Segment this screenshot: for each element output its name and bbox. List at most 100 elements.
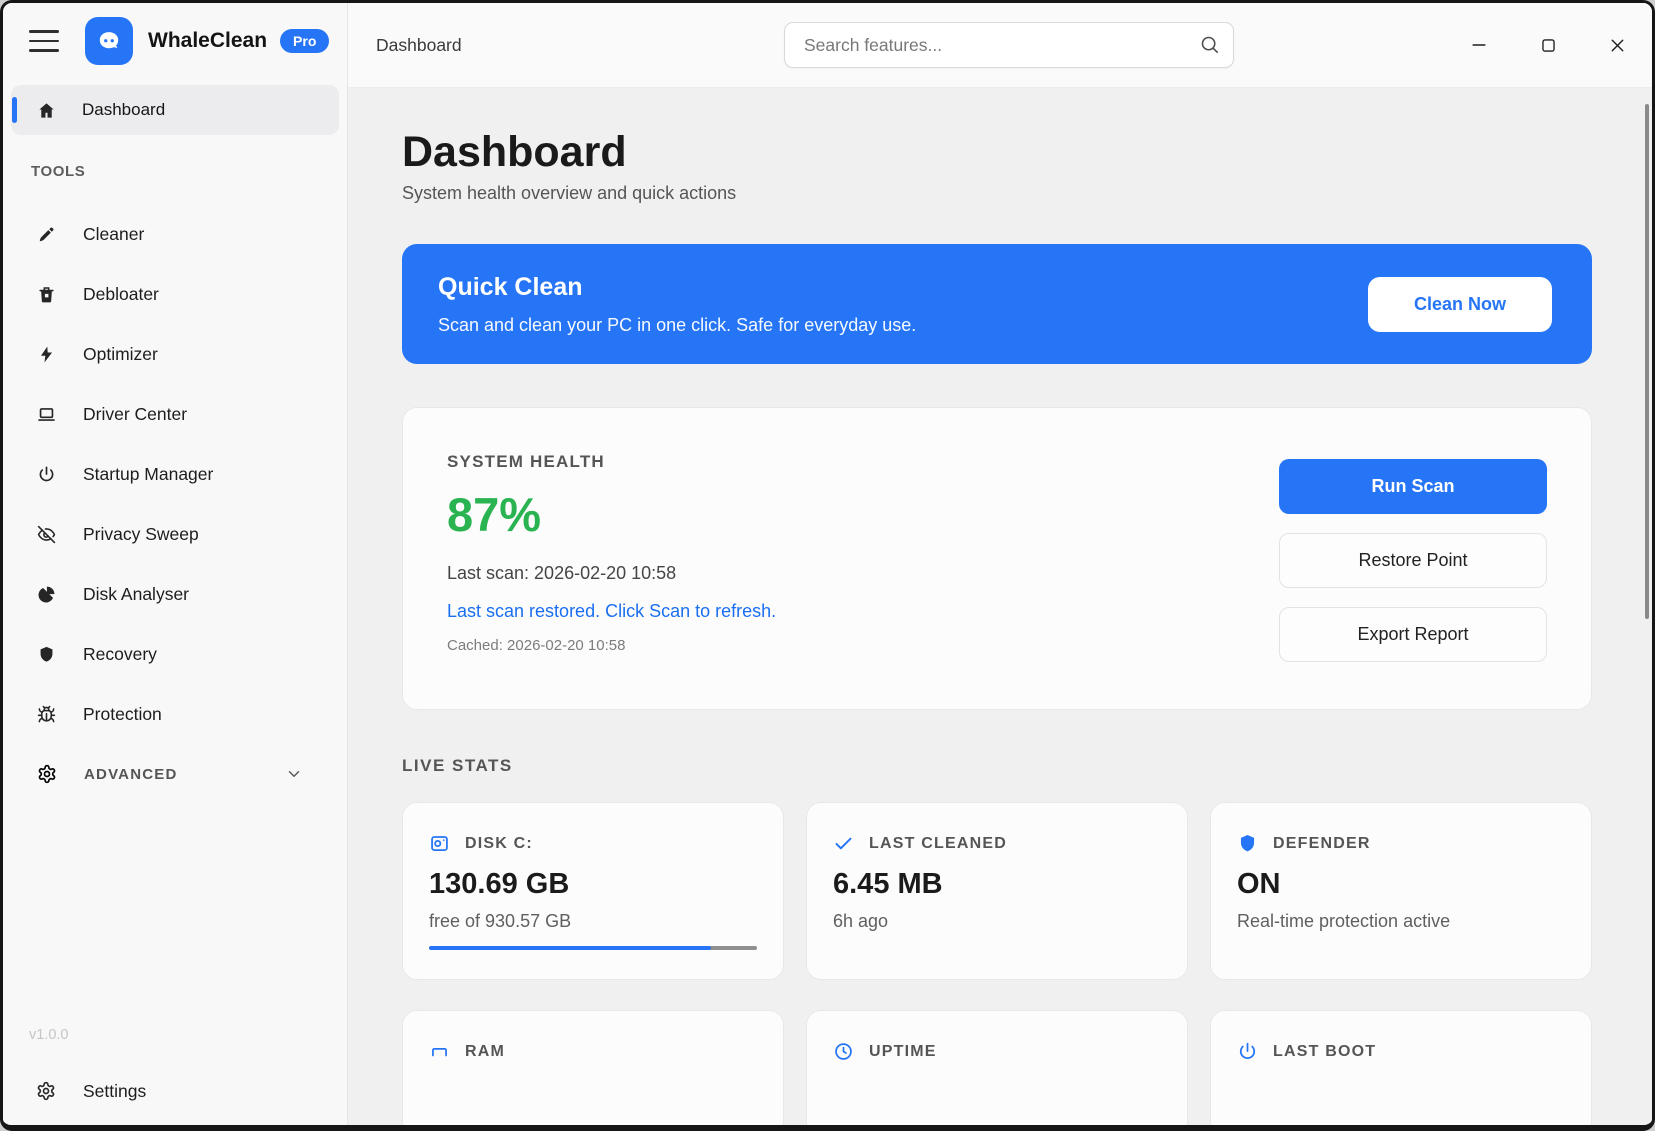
stat-card-header: LAST BOOT — [1237, 1041, 1565, 1062]
sidebar-item-optimizer[interactable]: Optimizer — [3, 324, 347, 384]
health-actions: Run Scan Restore Point Export Report — [1279, 459, 1547, 669]
run-scan-button[interactable]: Run Scan — [1279, 459, 1547, 514]
sidebar-item-label: Disk Analyser — [83, 584, 189, 605]
sidebar-nav: Cleaner Debloater Optimizer — [3, 184, 347, 744]
stat-sub: Real-time protection active — [1237, 911, 1565, 932]
system-health-card: SYSTEM HEALTH 87% Last scan: 2026-02-20 … — [402, 407, 1592, 710]
sidebar-item-label: Dashboard — [82, 100, 165, 120]
disk-usage-progressbar — [429, 946, 757, 950]
sidebar-item-recovery[interactable]: Recovery — [3, 624, 347, 684]
eye-off-icon — [37, 525, 56, 544]
close-button[interactable] — [1595, 23, 1639, 67]
sidebar-item-debloater[interactable]: Debloater — [3, 264, 347, 324]
power-icon — [37, 465, 56, 484]
search-icon[interactable] — [1199, 34, 1220, 55]
stat-card-header: DEFENDER — [1237, 833, 1565, 854]
pie-chart-icon — [37, 585, 56, 604]
stat-card-uptime: UPTIME — [806, 1010, 1188, 1125]
stat-card-defender: DEFENDER ON Real-time protection active — [1210, 802, 1592, 980]
minimize-button[interactable] — [1457, 23, 1501, 67]
page-title: Dashboard — [402, 128, 1592, 176]
sidebar-item-label: Privacy Sweep — [83, 524, 199, 545]
stat-sub: free of 930.57 GB — [429, 911, 757, 932]
stat-label: LAST BOOT — [1273, 1043, 1376, 1061]
topbar: Dashboard — [348, 3, 1652, 88]
sidebar-item-privacy-sweep[interactable]: Privacy Sweep — [3, 504, 347, 564]
stat-card-ram: RAM — [402, 1010, 784, 1125]
sidebar-item-label: Optimizer — [83, 344, 158, 365]
quick-clean-title: Quick Clean — [438, 273, 916, 302]
stat-card-header: UPTIME — [833, 1041, 1161, 1062]
restore-point-button[interactable]: Restore Point — [1279, 533, 1547, 588]
stat-value: ON — [1237, 868, 1565, 901]
stat-value: 6.45 MB — [833, 868, 1161, 901]
stat-label: UPTIME — [869, 1043, 937, 1061]
sidebar-item-startup-manager[interactable]: Startup Manager — [3, 444, 347, 504]
minimize-icon — [1469, 35, 1489, 55]
cached-text: Cached: 2026-02-20 10:58 — [447, 637, 776, 654]
stat-value: 130.69 GB — [429, 868, 757, 901]
sidebar-item-advanced[interactable]: ADVANCED — [3, 744, 347, 804]
system-health-info: SYSTEM HEALTH 87% Last scan: 2026-02-20 … — [447, 452, 776, 669]
app-title: WhaleClean — [148, 29, 267, 53]
sidebar-item-label: Settings — [83, 1081, 146, 1102]
app-window: WhaleClean Pro Dashboard TOOLS Cleaner — [0, 0, 1655, 1131]
app-logo — [85, 17, 133, 65]
search-container — [784, 22, 1234, 68]
disk-usage-progress-fill — [429, 946, 711, 950]
sidebar-item-label: Recovery — [83, 644, 157, 665]
stat-sub: 6h ago — [833, 911, 1161, 932]
drive-icon — [429, 833, 450, 854]
stat-card-last-cleaned: LAST CLEANED 6.45 MB 6h ago — [806, 802, 1188, 980]
sidebar-item-dashboard[interactable]: Dashboard — [11, 85, 339, 135]
brush-icon — [37, 225, 56, 244]
quick-clean-text: Quick Clean Scan and clean your PC in on… — [438, 273, 916, 336]
power-icon — [1237, 1041, 1258, 1062]
stat-card-header: LAST CLEANED — [833, 833, 1161, 854]
health-score: 87% — [447, 487, 776, 542]
live-stats-label: LIVE STATS — [402, 756, 1592, 776]
quick-clean-banner: Quick Clean Scan and clean your PC in on… — [402, 244, 1592, 364]
stat-label: DISK C: — [465, 835, 533, 853]
sidebar-item-disk-analyser[interactable]: Disk Analyser — [3, 564, 347, 624]
stat-label: RAM — [465, 1043, 505, 1061]
sidebar-item-settings[interactable]: Settings — [3, 1067, 347, 1115]
vertical-scrollbar-thumb[interactable] — [1645, 104, 1649, 619]
sidebar-item-label: Protection — [83, 704, 162, 725]
export-report-button[interactable]: Export Report — [1279, 607, 1547, 662]
sidebar-item-label: Cleaner — [83, 224, 144, 245]
breadcrumb: Dashboard — [376, 35, 462, 56]
maximize-icon — [1539, 36, 1558, 55]
sidebar-item-driver-center[interactable]: Driver Center — [3, 384, 347, 444]
sidebar-header: WhaleClean Pro — [3, 3, 347, 75]
stat-card-header: RAM — [429, 1041, 757, 1062]
trash-icon — [37, 285, 56, 304]
sidebar-item-cleaner[interactable]: Cleaner — [3, 204, 347, 264]
bug-icon — [37, 705, 56, 724]
pro-badge: Pro — [280, 29, 329, 53]
last-scan-text: Last scan: 2026-02-20 10:58 — [447, 563, 776, 584]
stat-card-disk-c: DISK C: 130.69 GB free of 930.57 GB — [402, 802, 784, 980]
page-subtitle: System health overview and quick actions — [402, 183, 1592, 204]
search-input[interactable] — [784, 22, 1234, 68]
app-version: v1.0.0 — [29, 1027, 347, 1043]
dashboard-content: Dashboard System health overview and qui… — [348, 88, 1652, 1125]
maximize-button[interactable] — [1526, 23, 1570, 67]
sidebar: WhaleClean Pro Dashboard TOOLS Cleaner — [3, 3, 348, 1125]
chevron-down-icon — [285, 765, 303, 783]
sidebar-item-label: Startup Manager — [83, 464, 213, 485]
stat-label: LAST CLEANED — [869, 835, 1007, 853]
system-health-label: SYSTEM HEALTH — [447, 452, 776, 472]
stat-label: DEFENDER — [1273, 835, 1371, 853]
sidebar-item-protection[interactable]: Protection — [3, 684, 347, 744]
clean-now-button[interactable]: Clean Now — [1368, 277, 1552, 332]
stat-card-header: DISK C: — [429, 833, 757, 854]
stat-card-last-boot: LAST BOOT — [1210, 1010, 1592, 1125]
close-icon — [1607, 35, 1628, 56]
hamburger-menu-icon[interactable] — [29, 30, 59, 52]
ram-icon — [429, 1041, 450, 1062]
shield-icon — [1237, 833, 1258, 854]
live-stats-grid: DISK C: 130.69 GB free of 930.57 GB LAST… — [402, 802, 1592, 1125]
clock-icon — [833, 1041, 854, 1062]
laptop-icon — [37, 405, 56, 424]
